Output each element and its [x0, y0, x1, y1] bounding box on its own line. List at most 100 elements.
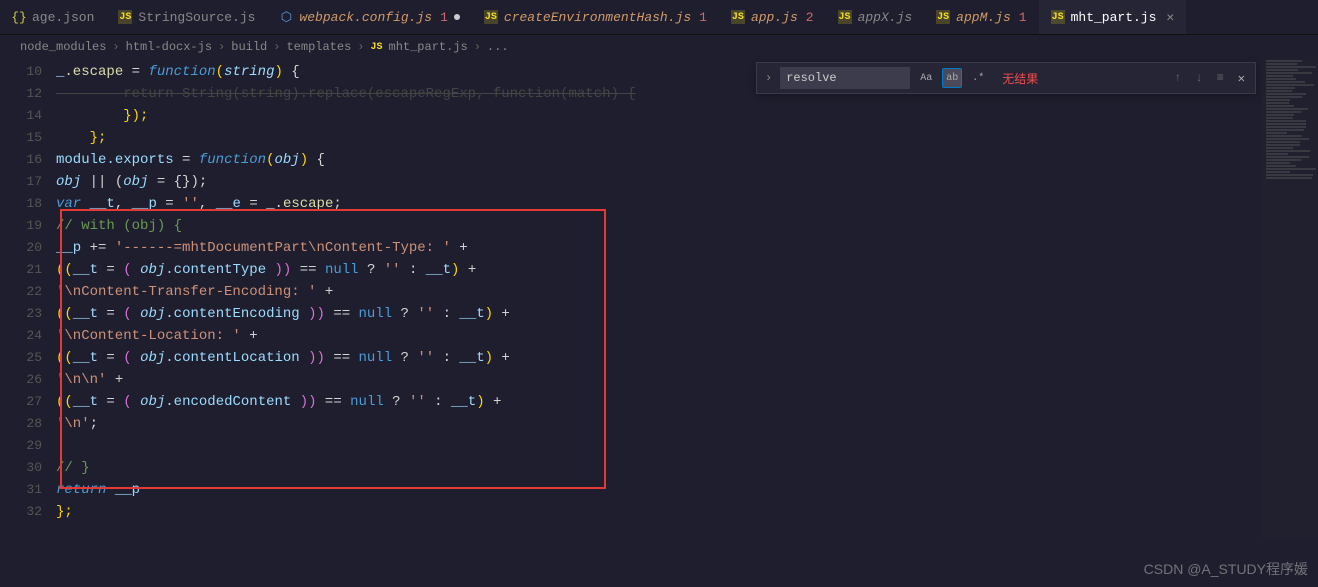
search-input[interactable] [780, 67, 910, 89]
code-content[interactable]: _.escape = function(string) { return Str… [56, 59, 1318, 587]
code-line: '\n\n' + [56, 369, 1318, 391]
code-line: ((__t = ( obj.contentLocation )) == null… [56, 347, 1318, 369]
code-line: obj || (obj = {}); [56, 171, 1318, 193]
next-match-icon[interactable]: ↓ [1191, 69, 1206, 87]
breadcrumb: node_modules › html-docx-js › build › template… [0, 35, 1318, 59]
code-line: }; [56, 127, 1318, 149]
line-number: 14 [0, 105, 42, 127]
file-icon: JS [731, 10, 745, 24]
breadcrumb-segment[interactable]: build [231, 40, 267, 54]
tab-label: webpack.config.js [299, 10, 432, 25]
line-number: 28 [0, 413, 42, 435]
find-widget: › Aa ab .* 无结果 ↑ ↓ ≡ ✕ [756, 62, 1256, 94]
code-line: // with (obj) { [56, 215, 1318, 237]
tab-badge: 1 [1019, 10, 1027, 25]
tab-label: StringSource.js [138, 10, 255, 25]
line-number: 12 [0, 83, 42, 105]
code-line: module.exports = function(obj) { [56, 149, 1318, 171]
line-gutter: 1012141516171819202122232425262728293031… [0, 59, 56, 587]
chevron-right-icon: › [357, 40, 364, 54]
tab-appM-js[interactable]: JS appM.js 1 [924, 0, 1038, 34]
code-line: var __t, __p = '', __e = _.escape; [56, 193, 1318, 215]
line-number: 17 [0, 171, 42, 193]
line-number: 22 [0, 281, 42, 303]
chevron-right-icon: › [112, 40, 119, 54]
breadcrumb-segment[interactable]: templates [286, 40, 351, 54]
breadcrumb-segment[interactable]: node_modules [20, 40, 106, 54]
tab-mht_part-js[interactable]: JS mht_part.js ✕ [1039, 0, 1187, 34]
tab-close-icon[interactable]: ✕ [1166, 10, 1174, 25]
file-icon: JS [370, 42, 382, 53]
watermark: CSDN @A_STUDY程序媛 [1144, 559, 1308, 579]
code-line: ((__t = ( obj.contentType )) == null ? '… [56, 259, 1318, 281]
code-line: }; [56, 501, 1318, 523]
line-number: 19 [0, 215, 42, 237]
line-number: 29 [0, 435, 42, 457]
line-number: 25 [0, 347, 42, 369]
file-icon: JS [1051, 10, 1065, 24]
line-number: 21 [0, 259, 42, 281]
code-line [56, 435, 1318, 457]
code-line: }); [56, 105, 1318, 127]
tab-label: createEnvironmentHash.js [504, 10, 691, 25]
regex-toggle[interactable]: .* [968, 68, 988, 88]
breadcrumb-segment[interactable]: ... [487, 40, 509, 54]
breadcrumb-segment[interactable]: html-docx-js [126, 40, 212, 54]
tab-createEnvironmentHash-js[interactable]: JS createEnvironmentHash.js 1 [472, 0, 719, 34]
line-number: 31 [0, 479, 42, 501]
file-icon: JS [936, 10, 950, 24]
no-results-label: 无结果 [1002, 70, 1038, 87]
minimap[interactable] [1262, 59, 1318, 539]
line-number: 23 [0, 303, 42, 325]
code-line: ((__t = ( obj.encodedContent )) == null … [56, 391, 1318, 413]
tab-label: app.js [751, 10, 798, 25]
expand-toggle-icon[interactable]: › [763, 69, 774, 87]
chevron-right-icon: › [474, 40, 481, 54]
chevron-right-icon: › [218, 40, 225, 54]
line-number: 16 [0, 149, 42, 171]
modified-dot-icon [454, 14, 460, 20]
line-number: 26 [0, 369, 42, 391]
code-line: return __p [56, 479, 1318, 501]
close-icon[interactable]: ✕ [1234, 69, 1249, 88]
tab-label: age.json [32, 10, 94, 25]
file-icon: JS [484, 10, 498, 24]
line-number: 10 [0, 61, 42, 83]
tab-label: appM.js [956, 10, 1011, 25]
tab-badge: 2 [806, 10, 814, 25]
file-icon: JS [838, 10, 852, 24]
chevron-right-icon: › [273, 40, 280, 54]
code-line: ((__t = ( obj.contentEncoding )) == null… [56, 303, 1318, 325]
tab-StringSource-js[interactable]: JS StringSource.js [106, 0, 267, 34]
file-icon: JS [118, 10, 132, 24]
whole-word-toggle[interactable]: ab [942, 68, 962, 88]
tab-webpack-config-js[interactable]: ⬡ webpack.config.js 1 [267, 0, 471, 34]
tab-age-json[interactable]: {} age.json [0, 0, 106, 34]
match-case-toggle[interactable]: Aa [916, 68, 936, 88]
line-number: 27 [0, 391, 42, 413]
find-in-selection-icon[interactable]: ≡ [1213, 69, 1228, 87]
prev-match-icon[interactable]: ↑ [1170, 69, 1185, 87]
editor-area: 1012141516171819202122232425262728293031… [0, 59, 1318, 587]
code-line: '\nContent-Transfer-Encoding: ' + [56, 281, 1318, 303]
code-line: __p += '------=mhtDocumentPart\nContent-… [56, 237, 1318, 259]
line-number: 18 [0, 193, 42, 215]
tab-app-js[interactable]: JS app.js 2 [719, 0, 826, 34]
code-line: '\n'; [56, 413, 1318, 435]
file-icon: ⬡ [279, 10, 293, 24]
file-icon: {} [12, 10, 26, 24]
line-number: 24 [0, 325, 42, 347]
tab-label: appX.js [858, 10, 913, 25]
breadcrumb-segment[interactable]: mht_part.js [389, 40, 468, 54]
code-line: // } [56, 457, 1318, 479]
tab-appX-js[interactable]: JS appX.js [826, 0, 925, 34]
line-number: 30 [0, 457, 42, 479]
line-number: 20 [0, 237, 42, 259]
tab-badge: 1 [699, 10, 707, 25]
line-number: 32 [0, 501, 42, 523]
tab-label: mht_part.js [1071, 10, 1157, 25]
line-number: 15 [0, 127, 42, 149]
editor-tabs: {} age.json JS StringSource.js ⬡ webpack.conf… [0, 0, 1318, 35]
tab-badge: 1 [440, 10, 448, 25]
code-line: '\nContent-Location: ' + [56, 325, 1318, 347]
